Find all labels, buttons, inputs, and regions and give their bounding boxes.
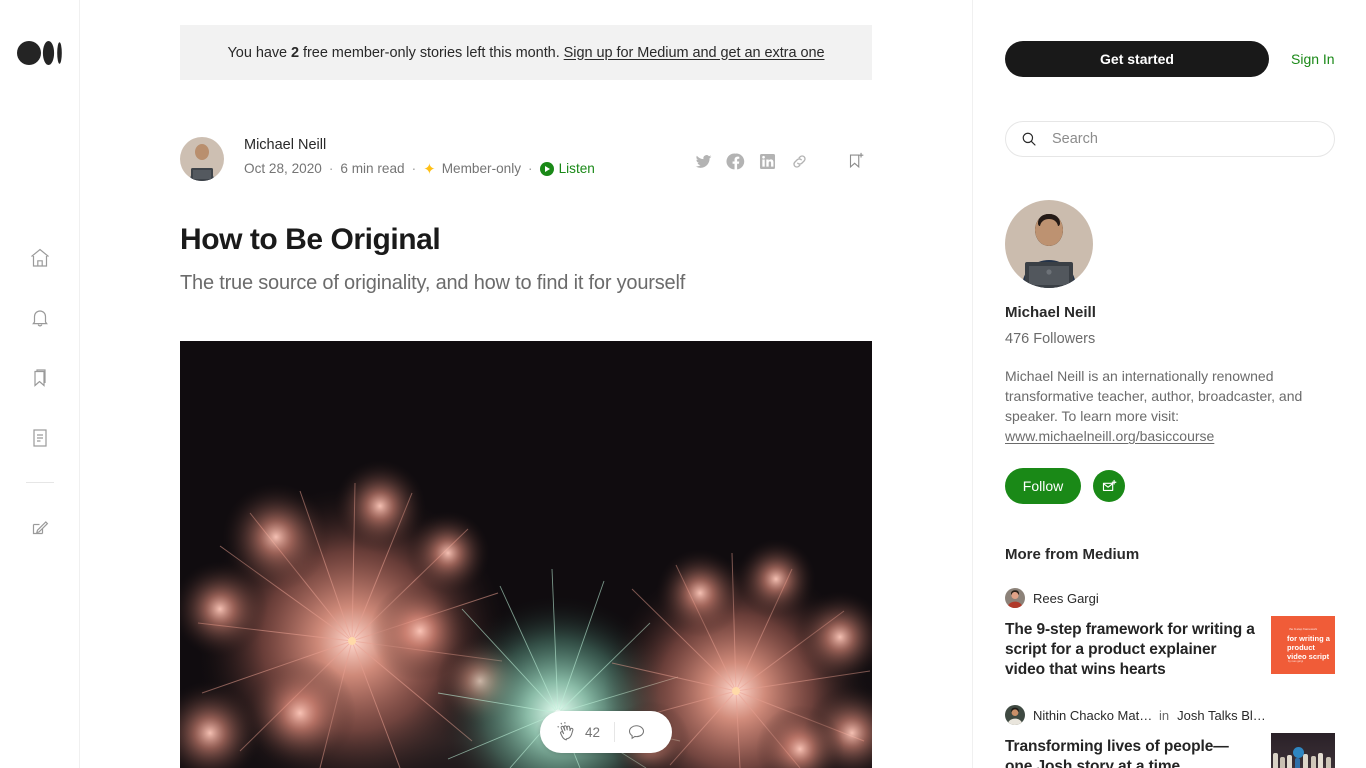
sidebar-auth-row: Get started Sign In xyxy=(1005,41,1335,77)
listen-button[interactable]: Listen xyxy=(539,160,595,178)
share-facebook-button[interactable] xyxy=(719,145,751,177)
member-only-label: Member-only xyxy=(441,161,522,176)
write-icon xyxy=(32,521,49,535)
article-meta: Oct 28, 2020 · 6 min read · ✦ Member-onl… xyxy=(244,160,595,178)
recommendation-thumbnail: the 9-step framework for writing a produ… xyxy=(1271,616,1335,674)
meta-separator-2: · xyxy=(411,161,417,176)
profile-bio-link[interactable]: www.michaelneill.org/basiccourse xyxy=(1005,428,1214,444)
envelope-plus-icon xyxy=(1102,479,1116,491)
sidebar-item-notifications[interactable] xyxy=(0,288,80,348)
recommendation-item[interactable]: Nithin Chacko Mat… in Josh Talks Bl… Tra… xyxy=(1005,705,1335,768)
profile-bio-text: Michael Neill is an internationally reno… xyxy=(1005,368,1303,424)
left-sidebar xyxy=(0,0,80,768)
search-input[interactable] xyxy=(1050,130,1310,148)
recommendation-title[interactable]: The 9-step framework for writing a scrip… xyxy=(1005,620,1257,680)
sidebar-item-write[interactable] xyxy=(0,497,80,557)
profile-avatar[interactable] xyxy=(1005,200,1093,288)
recommendation-avatar xyxy=(1005,588,1025,608)
profile-name[interactable]: Michael Neill xyxy=(1005,304,1096,321)
copy-link-button[interactable] xyxy=(783,145,815,177)
recommendation-item[interactable]: Rees Gargi The 9-step framework for writ… xyxy=(1005,588,1335,680)
facebook-icon xyxy=(725,153,744,169)
share-row xyxy=(687,145,872,177)
article-column: You have 2 free member-only stories left… xyxy=(80,0,972,768)
byline-text-block: Michael Neill Oct 28, 2020 · 6 min read … xyxy=(244,135,595,178)
avatar-image xyxy=(1005,705,1025,725)
recommendation-thumbnail xyxy=(1271,733,1335,768)
linkedin-icon xyxy=(759,153,775,169)
sidebar-item-bookmarks[interactable] xyxy=(0,348,80,408)
profile-actions: Follow xyxy=(1005,468,1125,504)
banner-count: 2 xyxy=(291,44,300,61)
recommendation-author[interactable]: Rees Gargi xyxy=(1033,591,1099,606)
publish-date: Oct 28, 2020 xyxy=(244,161,322,176)
list-icon xyxy=(33,429,47,447)
subscribe-button[interactable] xyxy=(1093,470,1125,502)
star-icon: ✦ xyxy=(423,160,436,178)
author-name[interactable]: Michael Neill xyxy=(244,135,595,155)
medium-logo-icon xyxy=(17,41,62,65)
share-twitter-button[interactable] xyxy=(687,145,719,177)
hero-image xyxy=(180,341,872,768)
bookmark-add-button[interactable] xyxy=(840,145,872,177)
avatar-image xyxy=(180,137,224,181)
read-time: 6 min read xyxy=(340,161,405,176)
meta-separator-1: · xyxy=(328,161,334,176)
search-icon xyxy=(1022,132,1036,146)
fireworks-illustration xyxy=(180,341,872,768)
thumb-text-big: for writing a product video script xyxy=(1287,634,1330,661)
recommendation-avatar xyxy=(1005,705,1025,725)
comment-icon xyxy=(628,724,644,739)
clap-count: 42 xyxy=(585,724,601,740)
clap-bar: 42 xyxy=(540,711,672,753)
profile-bio: Michael Neill is an internationally reno… xyxy=(1005,366,1317,446)
member-only-badge: ✦ Member-only xyxy=(423,160,521,178)
recommendation-publication[interactable]: Josh Talks Bl… xyxy=(1177,708,1266,723)
left-sidebar-nav xyxy=(0,228,80,557)
article-subtitle: The true source of originality, and how … xyxy=(180,272,686,294)
recommendation-title[interactable]: Transforming lives of people— one Josh s… xyxy=(1005,737,1257,768)
banner-text: You have 2 free member-only stories left… xyxy=(228,45,825,61)
bookmark-add-icon xyxy=(849,152,864,169)
follow-button[interactable]: Follow xyxy=(1005,468,1081,504)
sign-in-link[interactable]: Sign In xyxy=(1291,51,1335,67)
comment-button[interactable] xyxy=(615,711,657,753)
banner-text-before: You have xyxy=(227,44,292,61)
banner-text-after: free member-only stories left this month… xyxy=(299,44,564,61)
orange-card-thumb: the 9-step framework for writing a produ… xyxy=(1271,616,1335,674)
author-avatar[interactable] xyxy=(180,137,224,181)
recommendation-author-row: Nithin Chacko Mat… in Josh Talks Bl… xyxy=(1005,705,1335,725)
profile-followers: 476 Followers xyxy=(1005,331,1096,347)
medium-logo[interactable] xyxy=(0,38,80,68)
share-linkedin-button[interactable] xyxy=(751,145,783,177)
home-icon xyxy=(31,248,49,267)
get-started-button[interactable]: Get started xyxy=(1005,41,1269,77)
meta-separator-3: · xyxy=(528,161,533,176)
avatar-image xyxy=(1005,588,1025,608)
clap-icon xyxy=(557,722,574,741)
recommendation-author-row: Rees Gargi xyxy=(1005,588,1335,608)
play-icon xyxy=(539,162,554,176)
clap-button[interactable]: 42 xyxy=(540,721,600,743)
link-icon xyxy=(792,154,806,168)
thumb-text-small: the 9-step framework xyxy=(1289,627,1318,631)
thumb-text-tiny: by rees gargi xyxy=(1288,660,1303,663)
search-box[interactable] xyxy=(1005,121,1335,157)
signup-link[interactable]: Sign up for Medium and get an extra one xyxy=(564,45,825,61)
sidebar-item-home[interactable] xyxy=(0,228,80,288)
listen-label: Listen xyxy=(558,161,595,176)
recommendation-in-label: in xyxy=(1159,707,1170,723)
page-title: How to Be Original xyxy=(180,223,441,256)
right-sidebar: Get started Sign In Michael Neill 476 Fo… xyxy=(972,0,1366,768)
sidebar-item-stories[interactable] xyxy=(0,408,80,468)
profile-avatar-image xyxy=(1005,200,1093,288)
member-stories-banner: You have 2 free member-only stories left… xyxy=(180,25,872,80)
bookmark-icon xyxy=(34,369,46,387)
more-from-medium-heading: More from Medium xyxy=(1005,546,1140,563)
recommendation-author[interactable]: Nithin Chacko Mat… xyxy=(1033,708,1151,723)
sidebar-divider xyxy=(26,482,54,483)
bell-icon xyxy=(32,310,48,327)
twitter-icon xyxy=(695,154,711,168)
stage-photo-thumb xyxy=(1271,733,1335,768)
